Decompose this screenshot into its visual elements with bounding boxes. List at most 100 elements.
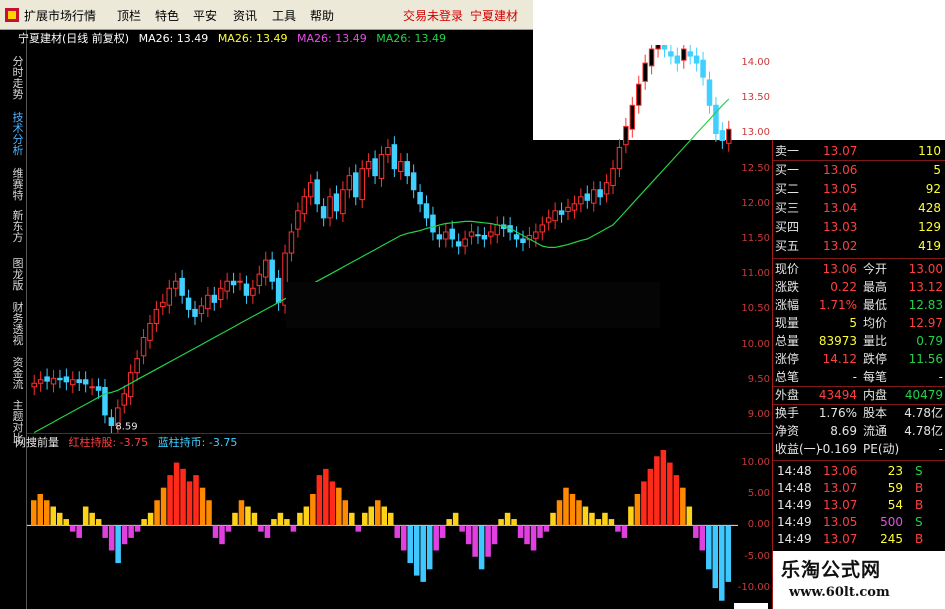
candle-body[interactable] — [623, 125, 629, 146]
candle-body[interactable] — [481, 234, 488, 240]
indicator-chart[interactable] — [27, 448, 738, 609]
candle-body[interactable] — [558, 210, 565, 215]
candle-body[interactable] — [224, 280, 230, 292]
menu-item-topbar[interactable]: 顶栏 — [117, 7, 141, 24]
candle-body[interactable] — [372, 158, 378, 177]
candle-body[interactable] — [494, 224, 501, 236]
candle-body[interactable] — [635, 83, 642, 106]
order-book-row[interactable]: 买一 13.06 5 — [775, 162, 945, 179]
candle-body[interactable] — [211, 294, 218, 303]
candle-body[interactable] — [391, 144, 398, 170]
candle-body[interactable] — [455, 241, 462, 247]
candle-body[interactable] — [50, 377, 57, 385]
candle-body[interactable] — [57, 377, 63, 381]
candle-body[interactable] — [166, 287, 173, 306]
candle-body[interactable] — [404, 161, 410, 177]
menu-item-pingan[interactable]: 平安 — [193, 7, 217, 24]
candle-body[interactable] — [713, 104, 719, 134]
candle-body[interactable] — [205, 294, 211, 310]
candle-body[interactable] — [95, 386, 102, 391]
stock-name-link[interactable]: 宁夏建材 — [470, 7, 518, 24]
tick-row[interactable]: 14:48 13.06 23 S — [775, 463, 945, 480]
candle-body[interactable] — [417, 192, 423, 205]
order-book-row[interactable]: 卖一 13.07 110 — [775, 143, 945, 160]
candle-body[interactable] — [565, 206, 571, 213]
tick-row[interactable]: 14:48 13.07 59 B — [775, 480, 945, 497]
candle-body[interactable] — [230, 280, 237, 286]
candle-body[interactable] — [700, 59, 706, 78]
menu-item-news[interactable]: 资讯 — [233, 7, 257, 24]
candle-body[interactable] — [443, 231, 449, 240]
candle-body[interactable] — [655, 45, 661, 50]
candle-body[interactable] — [610, 168, 616, 187]
candle-body[interactable] — [179, 277, 185, 296]
candle-body[interactable] — [160, 301, 166, 308]
candle-body[interactable] — [198, 305, 205, 315]
tab-weisaite[interactable]: 维赛特 — [11, 168, 25, 201]
menu-item-special[interactable]: 特色 — [155, 7, 179, 24]
candle-body[interactable] — [140, 337, 147, 357]
candle-body[interactable] — [340, 189, 346, 215]
candle-body[interactable] — [31, 382, 37, 388]
candle-body[interactable] — [359, 168, 365, 201]
candle-body[interactable] — [410, 172, 417, 191]
candle-body[interactable] — [423, 203, 430, 219]
candle-body[interactable] — [256, 273, 263, 286]
candle-body[interactable] — [320, 206, 327, 219]
candlestick-chart[interactable]: 8.59 — [27, 45, 738, 433]
candle-body[interactable] — [681, 48, 687, 61]
candle-body[interactable] — [134, 358, 140, 374]
candle-body[interactable] — [288, 231, 295, 254]
candle-body[interactable] — [82, 379, 89, 385]
candle-body[interactable] — [462, 238, 468, 247]
menu-item-help[interactable]: 帮助 — [310, 7, 334, 24]
candle-body[interactable] — [545, 217, 552, 223]
candle-body[interactable] — [353, 172, 359, 198]
candle-body[interactable] — [237, 280, 243, 283]
menu-item-market[interactable]: 扩展市场行情 — [24, 7, 96, 24]
candle-body[interactable] — [642, 62, 648, 82]
tab-tulong[interactable]: 图龙版 — [11, 258, 25, 291]
candle-body[interactable] — [295, 210, 301, 230]
candle-body[interactable] — [668, 51, 674, 57]
candle-body[interactable] — [687, 51, 693, 57]
candle-body[interactable] — [436, 234, 443, 240]
tab-xindongfang[interactable]: 新东方 — [11, 210, 25, 243]
candle-body[interactable] — [449, 228, 455, 240]
candle-body[interactable] — [102, 386, 108, 416]
tab-technical[interactable]: 技术分析 — [11, 112, 25, 156]
candle-body[interactable] — [661, 45, 668, 50]
candle-body[interactable] — [70, 379, 76, 386]
tick-row[interactable]: 14:49 13.07 54 B — [775, 497, 945, 514]
candle-body[interactable] — [674, 55, 681, 64]
candle-body[interactable] — [378, 154, 385, 179]
candle-body[interactable] — [533, 231, 539, 239]
tab-finance[interactable]: 财务透视 — [11, 302, 25, 346]
candle-body[interactable] — [250, 287, 256, 296]
candle-body[interactable] — [578, 196, 584, 205]
candle-body[interactable] — [475, 234, 481, 237]
candle-body[interactable] — [648, 48, 655, 67]
candle-body[interactable] — [333, 193, 340, 212]
candle-body[interactable] — [346, 175, 353, 191]
candle-body[interactable] — [147, 322, 153, 341]
candle-body[interactable] — [693, 55, 700, 64]
menu-item-tools[interactable]: 工具 — [272, 7, 296, 24]
candle-body[interactable] — [468, 231, 475, 237]
candle-body[interactable] — [629, 104, 636, 130]
candle-body[interactable] — [301, 196, 308, 215]
candle-body[interactable] — [185, 297, 192, 310]
candle-body[interactable] — [552, 210, 558, 222]
candle-body[interactable] — [584, 193, 591, 201]
candle-body[interactable] — [153, 308, 160, 324]
candle-body[interactable] — [590, 189, 597, 204]
tick-row[interactable]: 14:49 13.05 500 S — [775, 514, 945, 531]
candle-body[interactable] — [308, 182, 314, 198]
candle-body[interactable] — [44, 376, 50, 382]
candle-body[interactable] — [365, 161, 372, 170]
candle-body[interactable] — [513, 234, 520, 240]
order-book-row[interactable]: 买二 13.05 92 — [775, 181, 945, 198]
candle-body[interactable] — [398, 161, 404, 172]
tab-capital-flow[interactable]: 资金流 — [11, 357, 25, 390]
candle-body[interactable] — [217, 287, 224, 301]
